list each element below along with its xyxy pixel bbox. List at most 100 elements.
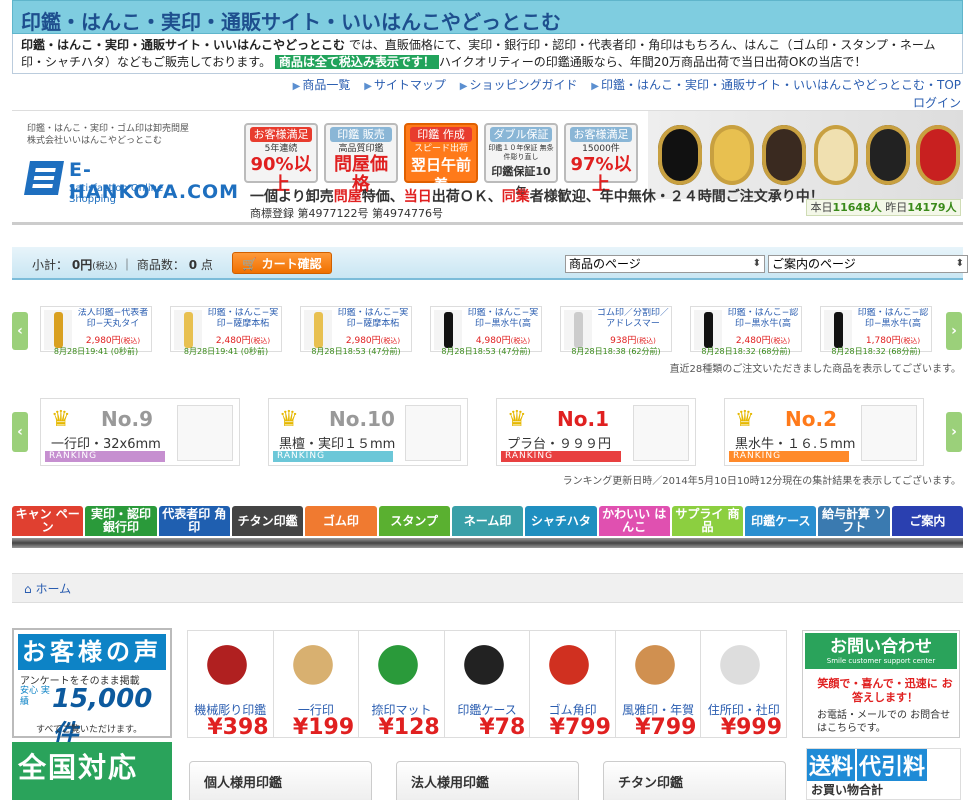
product-image [542,637,597,699]
recent-prev-button[interactable]: ‹ [12,312,28,350]
ranking-prev-button[interactable]: ‹ [12,412,28,452]
recent-next-button[interactable]: › [946,312,962,350]
ranking-item[interactable]: ♛ No.10 黒檀・実印１５mm RANKING [268,398,468,466]
nav-item[interactable]: スタンプ [378,506,450,536]
ranking-next-button[interactable]: › [946,412,962,452]
breadcrumb-home[interactable]: ホーム [35,582,71,596]
product-price: 2,980円(税込) [345,336,401,346]
intro-box: 印鑑・はんこ・実印・通販サイト・いいはんこやどっとこむ では、直販価格にて、実印… [12,34,963,74]
product-page-select[interactable]: 商品のページ [565,255,765,273]
product-image [627,637,682,699]
login-link[interactable]: ログイン [913,94,961,111]
promo-satisfaction-2: お客様満足 15000件 97%以上 [564,123,638,195]
product-price: 2,480円(税込) [215,336,271,346]
product-price: ¥78 [479,715,526,740]
customer-voice-banner[interactable]: お客様の声 アンケートをそのまま掲載 安心 実績 15,000件 すべてご覧いた… [12,628,172,750]
site-title: 印鑑・はんこ・実印・通販サイト・いいはんこやどっとこむ [21,10,561,34]
product-tile[interactable]: 住所印・社印 ¥999 [701,631,786,740]
nav-item[interactable]: 実印・認印 銀行印 [85,506,157,536]
product-name: 印鑑・はんこ−認印−黒水牛(高 [727,308,799,329]
promo-shipping: 印鑑 作成 スピード出荷 翌日午前着 [404,123,478,194]
seal-shape [703,312,713,348]
seal-shape [53,312,63,348]
cart-bar: 小計： 0円(税込) ｜ 商品数： 0 点 🛒 カート確認 商品のページ ご案内… [12,247,968,280]
product-tile[interactable]: 風雅印・年賀 ¥799 [616,631,702,740]
tax-badge: 商品は全て税込み表示です！ [274,55,439,69]
product-tile[interactable]: ゴム角印 ¥799 [530,631,616,740]
nav-item[interactable]: ネーム印 [451,506,524,536]
product-price: 2,480円(税込) [735,336,791,346]
nav-item[interactable]: キャン ペーン [12,506,84,536]
ranking-item[interactable]: ♛ No.9 一行印・32x6mm RANKING [40,398,240,466]
seal-image [866,125,910,185]
trademark: 商標登録 第4977122号 第4974776号 [250,207,443,220]
link-guide[interactable]: ▶ ショッピングガイド [460,78,578,92]
order-time: 8月28日19:41 (0秒前) [183,347,269,356]
seal-image [658,125,702,185]
recent-note: 直近28種類のご注文いただきました商品を表示してございます。 [669,364,961,375]
guide-page-select[interactable]: ご案内のページ [768,255,968,273]
product-image [456,637,511,699]
seal-image [814,125,858,185]
arrow-icon: ▶ [292,81,301,92]
nav-item[interactable]: シャチハタ [525,506,597,536]
crown-icon: ♛ [51,407,71,432]
shipping-banner[interactable]: 送料 代引料 お買い物合計 [806,748,961,800]
nav-item[interactable]: かわいい はんこ [598,506,670,536]
order-time: 8月28日19:41 (0秒前) [53,347,139,356]
category-nav: キャン ペーン 実印・認印 銀行印 代表者印 角印 チタン印鑑 ゴム印 スタンプ ネーム印シ… [12,506,964,536]
product-price: ¥398 [207,715,269,740]
promo-price: 印鑑 販売 高品質印鑑 問屋価格 [324,123,398,195]
cart-summary: 小計： 0円(税込) ｜ 商品数： 0 点 [32,258,213,272]
order-time: 8月28日18:32 (68分前) [831,347,921,356]
seal-image [762,125,806,185]
product-name: 法人印鑑−代表者印−天丸タイ [77,308,149,329]
nav-item[interactable]: チタン印鑑 [231,506,304,536]
product-image [713,637,768,699]
ranking-item[interactable]: ♛ No.1 プラ台・９９９円 RANKING [496,398,696,466]
ranking-item[interactable]: ♛ No.2 黒水牛・１６.５mm RANKING [724,398,924,466]
promo-guarantee: ダブル保証 印鑑１０年保証 無条件彫り直し 印鑑保証10年 [484,123,558,198]
link-products[interactable]: ▶ 商品一覧 [293,78,351,92]
crown-icon: ♛ [735,407,755,432]
crown-icon: ♛ [507,407,527,432]
product-price: ¥799 [635,715,697,740]
product-price: 4,980円(税込) [475,336,531,346]
category-corporate[interactable]: 法人様用印鑑 [396,761,579,800]
product-name: 印鑑・はんこ−実印−薩摩本柘 [337,308,409,329]
category-personal[interactable]: 個人様用印鑑 [189,761,372,800]
seal-shape [833,312,843,348]
top-links: ▶ 商品一覧 ▶ サイトマップ ▶ ショッピングガイド ▶ 印鑑・はんこ・実印・通販サイ… [283,76,961,93]
order-time: 8月28日18:32 (68分前) [701,347,791,356]
seal-shape [313,312,323,348]
featured-products: 機械彫り印鑑 ¥398 一行印 ¥199 捺印マット ¥128 印鑑ケース ¥78 ゴム角印 ¥7… [187,630,787,740]
nav-item[interactable]: 印鑑ケース [745,506,817,536]
nav-item[interactable]: 給与計算 ソフト [818,506,890,536]
logo-icon [24,161,64,195]
product-price: 1,780円(税込) [865,336,921,346]
nav-item[interactable]: 代表者印 角印 [158,506,230,536]
nav-item[interactable]: ゴム印 [305,506,377,536]
seal-image [916,125,960,185]
breadcrumb: ⌂ ホーム [12,573,963,603]
nav-item[interactable]: ご案内 [891,506,964,536]
contact-banner[interactable]: お問い合わせ Smile customer support center 笑顔で・… [802,630,960,738]
link-top[interactable]: ▶ 印鑑・はんこ・実印・通販サイト・いいはんこやどっとこむ・TOP [591,78,961,92]
site-logo[interactable]: E-HANKOYA.COM Satisfaction Online Shoppi… [24,159,238,205]
cart-icon: 🛒 [242,257,258,271]
product-image [371,637,426,699]
product-tile[interactable]: 印鑑ケース ¥78 [445,631,531,740]
product-tile[interactable]: 一行印 ¥199 [274,631,360,740]
product-tile[interactable]: 機械彫り印鑑 ¥398 [188,631,274,740]
nationwide-banner[interactable]: 全国対応 [12,742,172,800]
arrow-icon: ▶ [591,81,599,92]
nav-item[interactable]: サプライ 商品 [671,506,744,536]
product-image [824,310,852,350]
cart-check-button[interactable]: 🛒 カート確認 [232,252,332,274]
link-sitemap[interactable]: ▶ サイトマップ [364,78,446,92]
arrow-icon: ▶ [364,81,372,92]
product-tile[interactable]: 捺印マット ¥128 [359,631,445,740]
category-titanium[interactable]: チタン印鑑 [603,761,786,800]
product-image [564,310,592,350]
order-time: 8月28日18:53 (47分前) [311,347,401,356]
